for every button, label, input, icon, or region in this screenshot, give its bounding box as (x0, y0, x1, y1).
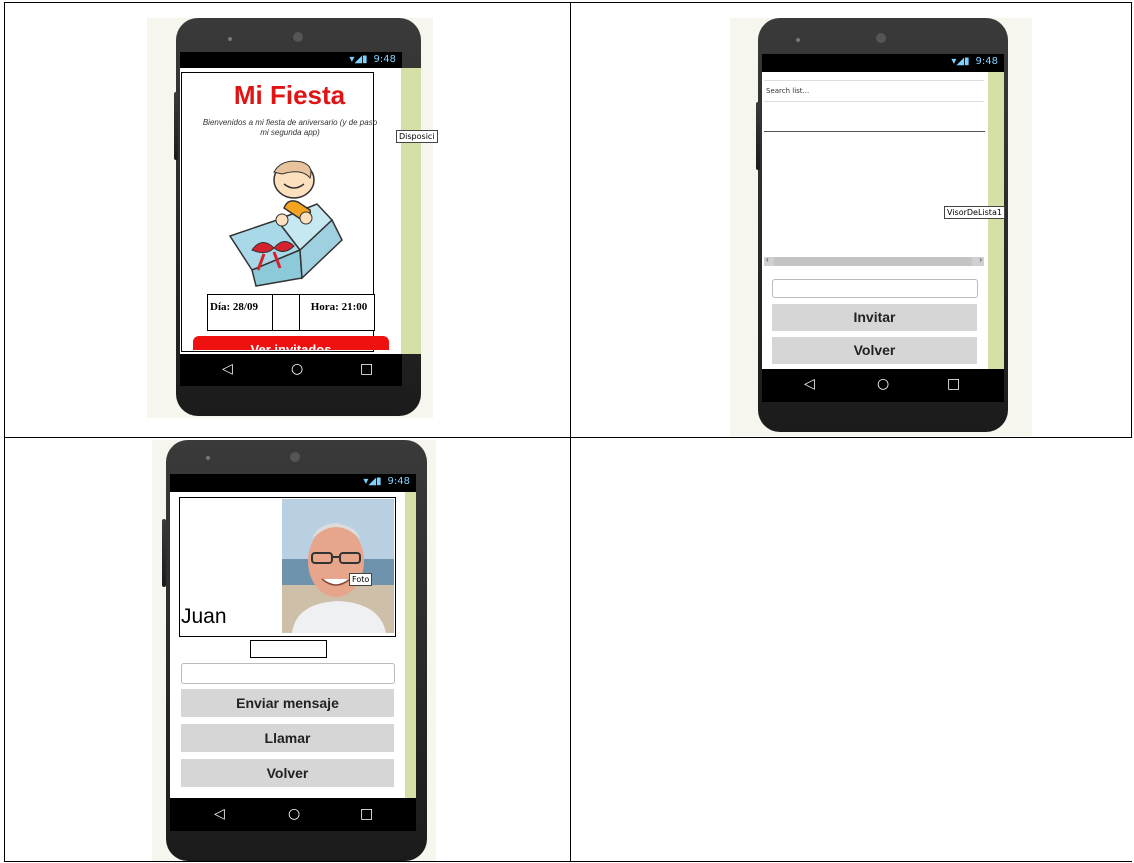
hour-box: Hora: 21:00 (299, 294, 375, 331)
back-triangle-icon[interactable]: ◁ (214, 806, 225, 822)
table-border-center (570, 2, 571, 862)
status-bar: ▾◢▮ 9:48 (170, 474, 416, 492)
phone3-side-button (162, 519, 166, 587)
contact-photo (282, 499, 394, 633)
wifi-signal-battery-icon: ▾◢▮ (363, 476, 382, 487)
welcome-text: Bienvenidos a mi fiesta de aniversario (… (202, 118, 378, 137)
speaker-dot (796, 38, 800, 42)
gift-boy-illustration (228, 160, 343, 287)
spacer-box (272, 294, 302, 331)
back-button[interactable]: Volver (181, 759, 394, 787)
table-border-bottom (4, 861, 1132, 862)
see-guests-button[interactable]: Ver invitados (193, 336, 389, 350)
wifi-signal-battery-icon: ▾◢▮ (349, 54, 368, 65)
back-button[interactable]: Volver (772, 337, 977, 364)
speaker-dot (206, 456, 210, 460)
search-list-box[interactable]: Search list... (764, 80, 984, 102)
speaker-dot (228, 37, 232, 41)
call-button[interactable]: Llamar (181, 724, 394, 752)
invite-button[interactable]: Invitar (772, 304, 977, 331)
guest-name-input[interactable] (772, 279, 978, 298)
scroll-right-icon[interactable]: › (979, 255, 982, 264)
phone2-side-button (756, 102, 760, 170)
see-guests-button-clip: Ver invitados (193, 336, 389, 350)
camera-icon (876, 33, 886, 43)
designer-side-panel (988, 72, 1004, 369)
status-bar: ▾◢▮ 9:48 (180, 52, 402, 68)
empty-label-box (250, 640, 327, 658)
message-input[interactable] (181, 663, 395, 684)
nav-bar: ◁ ○ □ (170, 798, 416, 831)
status-time: 9:48 (387, 476, 410, 487)
home-circle-icon[interactable]: ○ (288, 806, 300, 822)
recents-square-icon[interactable]: □ (360, 806, 373, 822)
component-tag: VisorDeLista1 (944, 206, 1005, 219)
component-tag: Foto (349, 573, 373, 586)
status-time: 9:48 (975, 56, 998, 67)
status-time: 9:48 (373, 54, 396, 65)
hour-label: Hora: 21:00 (310, 301, 368, 313)
table-border-middle (4, 437, 1132, 438)
app-title: Mi Fiesta (233, 80, 346, 110)
back-triangle-icon[interactable]: ◁ (804, 376, 815, 392)
table-border-top (4, 2, 1132, 3)
table-border-right (1131, 2, 1132, 438)
designer-side-panel (401, 68, 421, 354)
home-circle-icon[interactable]: ○ (877, 376, 889, 392)
table-border-left (4, 2, 5, 862)
designer-side-panel (405, 492, 416, 798)
recents-square-icon[interactable]: □ (947, 376, 960, 392)
list-divider (764, 131, 985, 132)
component-tag: Disposici (396, 130, 438, 143)
camera-icon (293, 32, 303, 42)
contact-name: Juan (181, 605, 227, 628)
back-triangle-icon[interactable]: ◁ (222, 361, 233, 377)
search-placeholder: Search list... (766, 87, 810, 95)
day-box: Día: 28/09 (207, 294, 275, 331)
status-bar: ▾◢▮ 9:48 (762, 54, 1004, 72)
recents-square-icon[interactable]: □ (360, 361, 373, 377)
wifi-signal-battery-icon: ▾◢▮ (951, 56, 970, 67)
scroll-thumb[interactable] (774, 257, 972, 266)
nav-bar: ◁ ○ □ (180, 354, 402, 386)
day-label: Día: 28/09 (210, 301, 258, 313)
camera-icon (290, 452, 300, 462)
nav-bar: ◁ ○ □ (762, 369, 1004, 402)
home-circle-icon[interactable]: ○ (291, 361, 303, 377)
horizontal-scrollbar[interactable]: ‹ › (764, 255, 984, 266)
scroll-left-icon[interactable]: ‹ (766, 255, 769, 264)
phone1-side-button (174, 92, 178, 160)
send-message-button[interactable]: Enviar mensaje (181, 689, 394, 717)
